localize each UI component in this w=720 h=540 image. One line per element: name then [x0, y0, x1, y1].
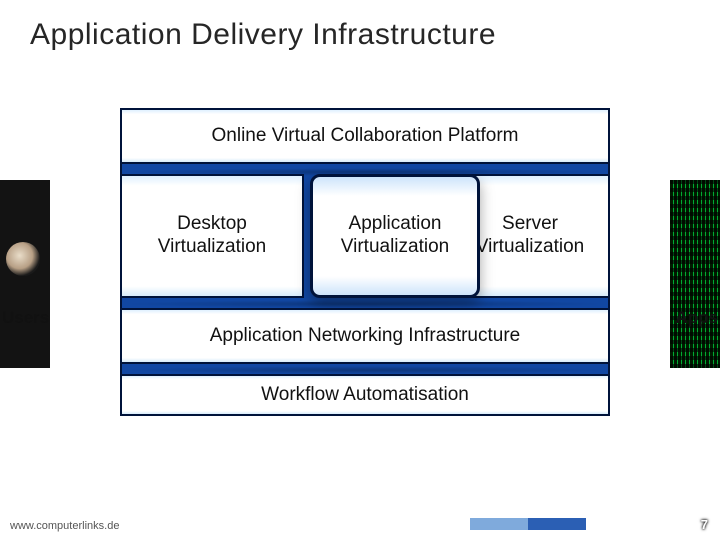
- box-desktop-virtualization: DesktopVirtualization: [120, 174, 304, 298]
- label-users: Users: [2, 308, 49, 328]
- box-label: ApplicationVirtualization: [331, 209, 459, 263]
- box-online-platform: Online Virtual Collaboration Platform: [120, 108, 610, 164]
- box-label: Application Networking Infrastructure: [200, 321, 530, 352]
- footer-bar-dark: [528, 518, 586, 530]
- box-application-networking: Application Networking Infrastructure: [120, 308, 610, 364]
- image-apps-matrix: [670, 180, 720, 368]
- footer: www.computerlinks.de 7: [0, 508, 720, 540]
- box-label: ServerVirtualization: [466, 209, 594, 263]
- label-apps: Apps: [676, 308, 719, 328]
- slide-root: Application Delivery Infrastructure Onli…: [0, 0, 720, 540]
- divider-shadow: [120, 300, 610, 308]
- footer-page-number: 7: [688, 517, 708, 532]
- box-label: DesktopVirtualization: [148, 209, 276, 263]
- page-title: Application Delivery Infrastructure: [30, 18, 496, 52]
- footer-color-bars: [470, 518, 586, 530]
- image-user-face: [0, 180, 50, 368]
- box-label: Online Virtual Collaboration Platform: [202, 121, 529, 152]
- box-label: Workflow Automatisation: [251, 380, 479, 411]
- footer-url: www.computerlinks.de: [10, 520, 119, 532]
- box-workflow-automatisation: Workflow Automatisation: [120, 374, 610, 416]
- divider-shadow: [120, 366, 610, 374]
- footer-bar-light: [470, 518, 528, 530]
- box-application-virtualization: ApplicationVirtualization: [310, 174, 480, 298]
